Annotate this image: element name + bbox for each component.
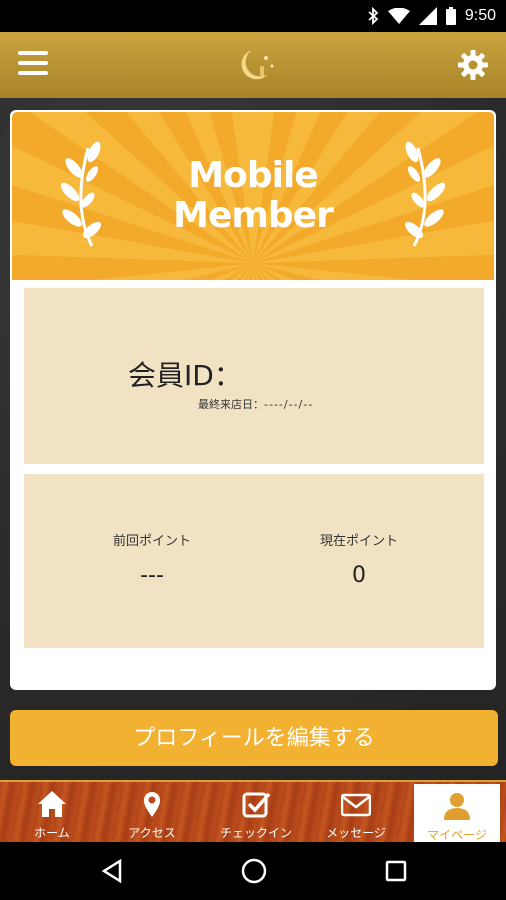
back-icon[interactable] — [98, 856, 128, 886]
tab-access[interactable]: アクセス — [106, 782, 198, 844]
edit-profile-button[interactable]: プロフィールを編集する — [10, 710, 498, 766]
member-id-label: 会員ID： — [128, 359, 242, 392]
status-time: 9:50 — [464, 7, 496, 24]
previous-points: 前回ポイント --- — [72, 530, 232, 588]
home-nav-icon[interactable] — [239, 856, 269, 886]
battery-icon — [445, 7, 456, 25]
app-bar — [0, 32, 506, 98]
crescent-moon-logo — [241, 50, 274, 80]
person-icon — [444, 793, 470, 820]
tab-home[interactable]: ホーム — [6, 782, 98, 844]
tab-checkin-label: チェックイン — [219, 826, 292, 840]
bluetooth-icon — [368, 7, 379, 25]
tab-home-label: ホーム — [34, 826, 70, 840]
main-content: Mobile Member 会員ID： 最終来店日：----/--/-- 前回ポ… — [0, 98, 506, 780]
bottom-tab-bar: ホーム アクセス チェックイン メッセージ マイページ — [0, 780, 506, 842]
checkbox-icon — [242, 792, 271, 818]
last-visit-value: ----/--/-- — [264, 398, 314, 411]
last-visit-label: 最終来店日： — [198, 398, 264, 411]
menu-icon-line — [18, 61, 48, 65]
recents-icon[interactable] — [381, 856, 411, 886]
tab-checkin[interactable]: チェックイン — [210, 782, 302, 844]
previous-points-label: 前回ポイント — [112, 534, 191, 549]
gear-icon[interactable] — [458, 50, 488, 80]
signal-icon — [418, 7, 437, 25]
map-pin-icon — [144, 792, 160, 817]
laurel-right-icon — [404, 141, 446, 247]
envelope-icon — [341, 793, 371, 817]
current-points: 現在ポイント 0 — [279, 530, 439, 588]
tab-mypage-label: マイページ — [427, 828, 487, 842]
member-info-panel: 会員ID： 最終来店日：----/--/-- — [24, 288, 484, 464]
current-points-value: 0 — [352, 563, 366, 588]
menu-icon-line — [18, 71, 48, 75]
points-panel: 前回ポイント --- 現在ポイント 0 — [24, 474, 484, 648]
status-icons: 9:50 — [367, 0, 496, 32]
tab-message[interactable]: メッセージ — [310, 782, 402, 844]
member-banner: Mobile Member — [12, 112, 494, 280]
system-nav-bar — [0, 842, 506, 900]
member-card: Mobile Member 会員ID： 最終来店日：----/--/-- 前回ポ… — [10, 110, 496, 690]
tab-mypage[interactable]: マイページ — [414, 784, 500, 842]
current-points-label: 現在ポイント — [319, 534, 398, 549]
menu-button[interactable] — [18, 51, 48, 79]
wifi-icon — [387, 8, 410, 24]
home-icon — [38, 791, 66, 817]
menu-icon-line — [18, 51, 48, 55]
status-bar: 9:50 — [0, 0, 506, 32]
tab-access-label: アクセス — [128, 826, 176, 840]
last-visit: 最終来店日：----/--/-- — [198, 396, 313, 412]
previous-points-value: --- — [140, 563, 164, 588]
tab-message-label: メッセージ — [326, 826, 386, 840]
